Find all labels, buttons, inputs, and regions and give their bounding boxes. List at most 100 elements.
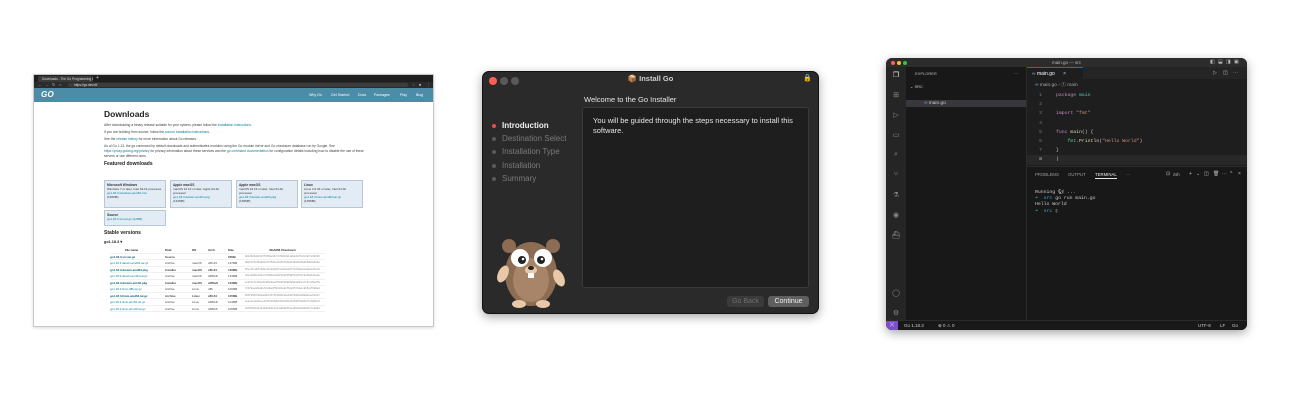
featured-card-source[interactable]: Source go1.18.3.src.tar.gz (22MB) [104, 210, 166, 226]
go-logo[interactable]: GO [41, 90, 54, 100]
terminal-dropdown-icon[interactable]: ⌄ [1196, 171, 1200, 178]
remote-indicator-icon[interactable]: ⟩⟨ [886, 321, 898, 330]
new-terminal-icon[interactable]: + [1189, 171, 1192, 178]
code-line: 7} [1039, 148, 1059, 154]
version-toggle[interactable]: go1.18.3 ▾ [104, 239, 122, 245]
kill-terminal-icon[interactable]: 🗑 [1213, 171, 1219, 178]
editor-more-icon[interactable]: ⋯ [1233, 67, 1238, 79]
go-version-status[interactable]: Go 1.18.3 [904, 321, 924, 330]
file-link[interactable]: go1.18.3.linux-armv6l.tar.gz [110, 306, 153, 313]
remote-explorer-icon[interactable]: ▭ [886, 131, 906, 139]
nav-docs[interactable]: Docs [358, 88, 366, 102]
account-icon[interactable]: ◯ [886, 289, 906, 297]
code-line: 1 package main [1039, 93, 1091, 98]
explorer-sidebar: EXPLORER ··· ⌄ SRC ∞ main.go › GO [906, 67, 1027, 324]
nav-why-go[interactable]: Why Go [309, 88, 322, 102]
file-main-go[interactable]: ∞ main.go [906, 100, 1026, 107]
toggle-panel-icon[interactable]: ⬓ [1218, 58, 1223, 67]
toggle-sidebar-icon[interactable]: ◧ [1210, 58, 1215, 67]
tab-problems[interactable]: PROBLEMS [1035, 171, 1059, 178]
encoding-status[interactable]: UTF-8 [1198, 321, 1211, 330]
search-icon[interactable]: ⌕ [886, 151, 906, 159]
code-line: 3 import "fmt" [1039, 111, 1091, 117]
maximize-panel-icon[interactable]: ^ [1230, 171, 1232, 178]
editor-tabs: ∞ main.go × ▷ ◫ ⋯ [1027, 67, 1247, 79]
tab-output[interactable]: OUTPUT [1068, 171, 1086, 178]
table-row: go1.18.3.linux-armv6l.tar.gz Archive Linux… [110, 306, 325, 313]
code-line: 4 [1039, 120, 1042, 126]
featured-heading: Featured downloads [104, 161, 153, 167]
breadcrumb[interactable]: ∞ main.go › ⓕ main [1035, 82, 1078, 89]
testing-icon[interactable]: ⚗ [886, 191, 906, 199]
nav-get-started[interactable]: Get Started [331, 88, 349, 102]
page-title: Downloads [104, 109, 150, 119]
tab-main-go[interactable]: ∞ main.go × [1027, 67, 1083, 79]
explorer-more-icon[interactable]: ··· [1014, 71, 1018, 77]
terminal-shell-name: zsh [1173, 172, 1180, 177]
close-tab-icon[interactable]: × [1063, 71, 1066, 77]
stable-heading: Stable versions [104, 230, 141, 236]
package-icon: 📦 [627, 74, 638, 83]
go-command-docs-link[interactable]: go command documentation [227, 149, 269, 153]
code-line-current: 8 | [1027, 155, 1247, 165]
close-panel-icon[interactable]: × [1238, 171, 1241, 178]
address-bar[interactable]: https://go.dev/dl/ [68, 83, 408, 87]
privacy-link[interactable]: https://proxy.golang.org/privacy [104, 149, 150, 153]
run-debug-icon[interactable]: ▷ [886, 111, 906, 119]
table-cell: 105MB [228, 306, 238, 311]
problems-status[interactable]: ⊗ 0 ⚠ 0 [938, 321, 955, 330]
installation-instructions-link[interactable]: installation instructions [218, 123, 251, 127]
customize-layout-icon[interactable]: ▣ [1234, 58, 1239, 67]
code-line: 6 fmt.Println("Hello World") [1039, 138, 1143, 144]
gopher-mascot-image [497, 239, 565, 308]
installer-steps: Introduction Destination Select Installa… [492, 119, 566, 185]
github-icon[interactable]: ◉ [886, 211, 906, 219]
go-site-header: GO Why Go Get Started Docs Packages Play… [34, 88, 433, 102]
terminal-shell-icon[interactable]: ⊡ [1166, 171, 1170, 178]
terminal-output[interactable]: Running 🐿 ... ➜ src go run main.go Hello… [1035, 190, 1096, 215]
table-cell: Linux [192, 306, 199, 311]
split-terminal-icon[interactable]: ◫ [1204, 171, 1209, 178]
nav-play[interactable]: Play [400, 88, 407, 102]
split-editor-icon[interactable]: ◫ [1223, 67, 1228, 79]
run-icon[interactable]: ▷ [1213, 67, 1217, 79]
step-installation: Installation [492, 159, 566, 172]
featured-card-macos-intel[interactable]: Apple macOS macOS 10.13 or later, Intel 6… [236, 180, 298, 208]
folder-src[interactable]: ⌄ SRC [910, 84, 923, 90]
panel-more-icon[interactable]: ··· [1126, 171, 1130, 178]
window-title: 📦 Install Go [627, 74, 674, 83]
toggle-secondary-sidebar-icon[interactable]: ◨ [1226, 58, 1231, 67]
go-file-icon: ∞ [1032, 71, 1036, 77]
settings-gear-icon[interactable]: ⚙ [886, 309, 906, 317]
lock-icon: 🔒 [803, 75, 812, 82]
continue-button[interactable]: Continue [768, 296, 809, 307]
window-title: main.go — src [1051, 60, 1081, 65]
terminal-more-icon[interactable]: ⋯ [1222, 171, 1227, 178]
nav-packages[interactable]: Packages [374, 88, 390, 102]
close-window-button[interactable] [891, 60, 895, 65]
source-instructions-link[interactable]: source installation instructions [165, 130, 209, 134]
extensions-icon[interactable]: ⊞ [886, 91, 906, 99]
activity-bar: ❐ ⊞ ▷ ▭ ⌕ ⑂ ⚗ ◉ ⛴ ◯ ⚙ [886, 67, 906, 320]
go-back-button[interactable]: Go Back [727, 296, 764, 307]
source-control-icon[interactable]: ⑂ [886, 171, 906, 178]
zoom-window-button[interactable] [903, 60, 907, 65]
explorer-icon[interactable]: ❐ [886, 71, 906, 79]
browser-tab-bar: Downloads - The Go Programming Language … [34, 75, 433, 82]
eol-status[interactable]: LF [1220, 321, 1225, 330]
minimize-window-button[interactable] [897, 60, 901, 65]
release-history-link[interactable]: release history [116, 137, 137, 141]
docker-icon[interactable]: ⛴ [886, 231, 906, 239]
code-line: 5 func main() { [1039, 129, 1094, 135]
tab-terminal[interactable]: TERMINAL [1095, 171, 1117, 179]
code-editor[interactable]: 1 package main 2 3 import "fmt" 4 5 func ma… [1027, 91, 1247, 165]
module-mirror-paragraph: As of Go 1.13, the go command by default… [104, 144, 364, 158]
new-tab-button[interactable]: + [96, 75, 99, 82]
featured-card-windows[interactable]: Microsoft Windows Windows 7 or later, Int… [104, 180, 166, 208]
nav-blog[interactable]: Blog [416, 88, 423, 102]
installer-body-text: You will be guided through the steps nec… [593, 116, 793, 135]
language-status[interactable]: Go [1232, 321, 1238, 330]
featured-card-linux[interactable]: Linux Linux 2.6.32 or later, Intel 64-bit… [301, 180, 363, 208]
table-cell: ARMv6 [208, 306, 218, 311]
featured-card-macos-arm[interactable]: Apple macOS macOS 10.13 or later, Apple 6… [170, 180, 232, 208]
